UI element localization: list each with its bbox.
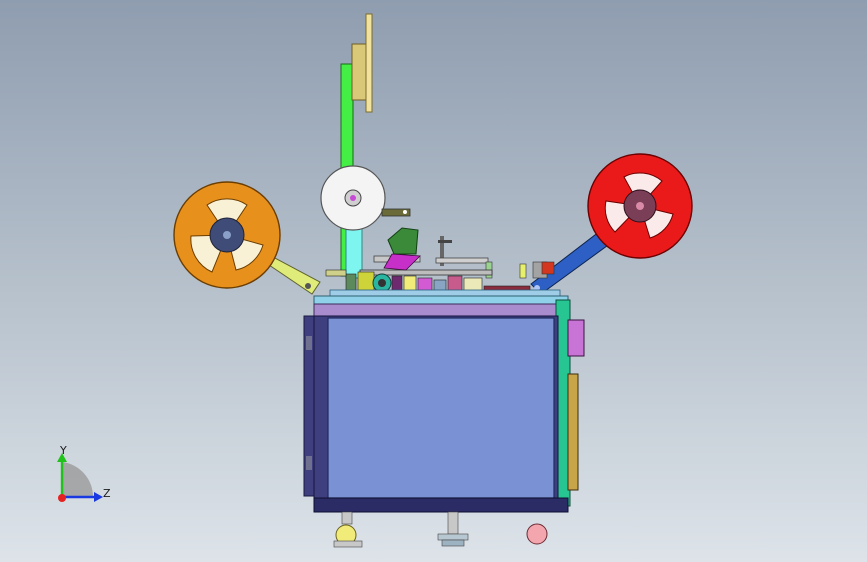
cabinet-feet — [333, 511, 548, 548]
y-axis-label: Y — [59, 444, 67, 457]
left-orange-reel — [173, 181, 281, 289]
cad-graphics-viewport[interactable]: Y Z — [0, 0, 867, 562]
x-axis-dot — [58, 494, 66, 502]
machine-model-view[interactable]: Y Z — [0, 0, 867, 562]
z-axis-arrowhead — [94, 492, 103, 502]
triad-quadrant-shading — [62, 462, 94, 497]
orientation-triad[interactable]: Y Z — [57, 444, 111, 502]
z-axis-label: Z — [103, 487, 111, 500]
top-mast-assembly — [340, 13, 373, 279]
cabinet-body — [303, 295, 585, 513]
right-red-reel — [587, 153, 693, 259]
center-reel — [320, 165, 411, 231]
